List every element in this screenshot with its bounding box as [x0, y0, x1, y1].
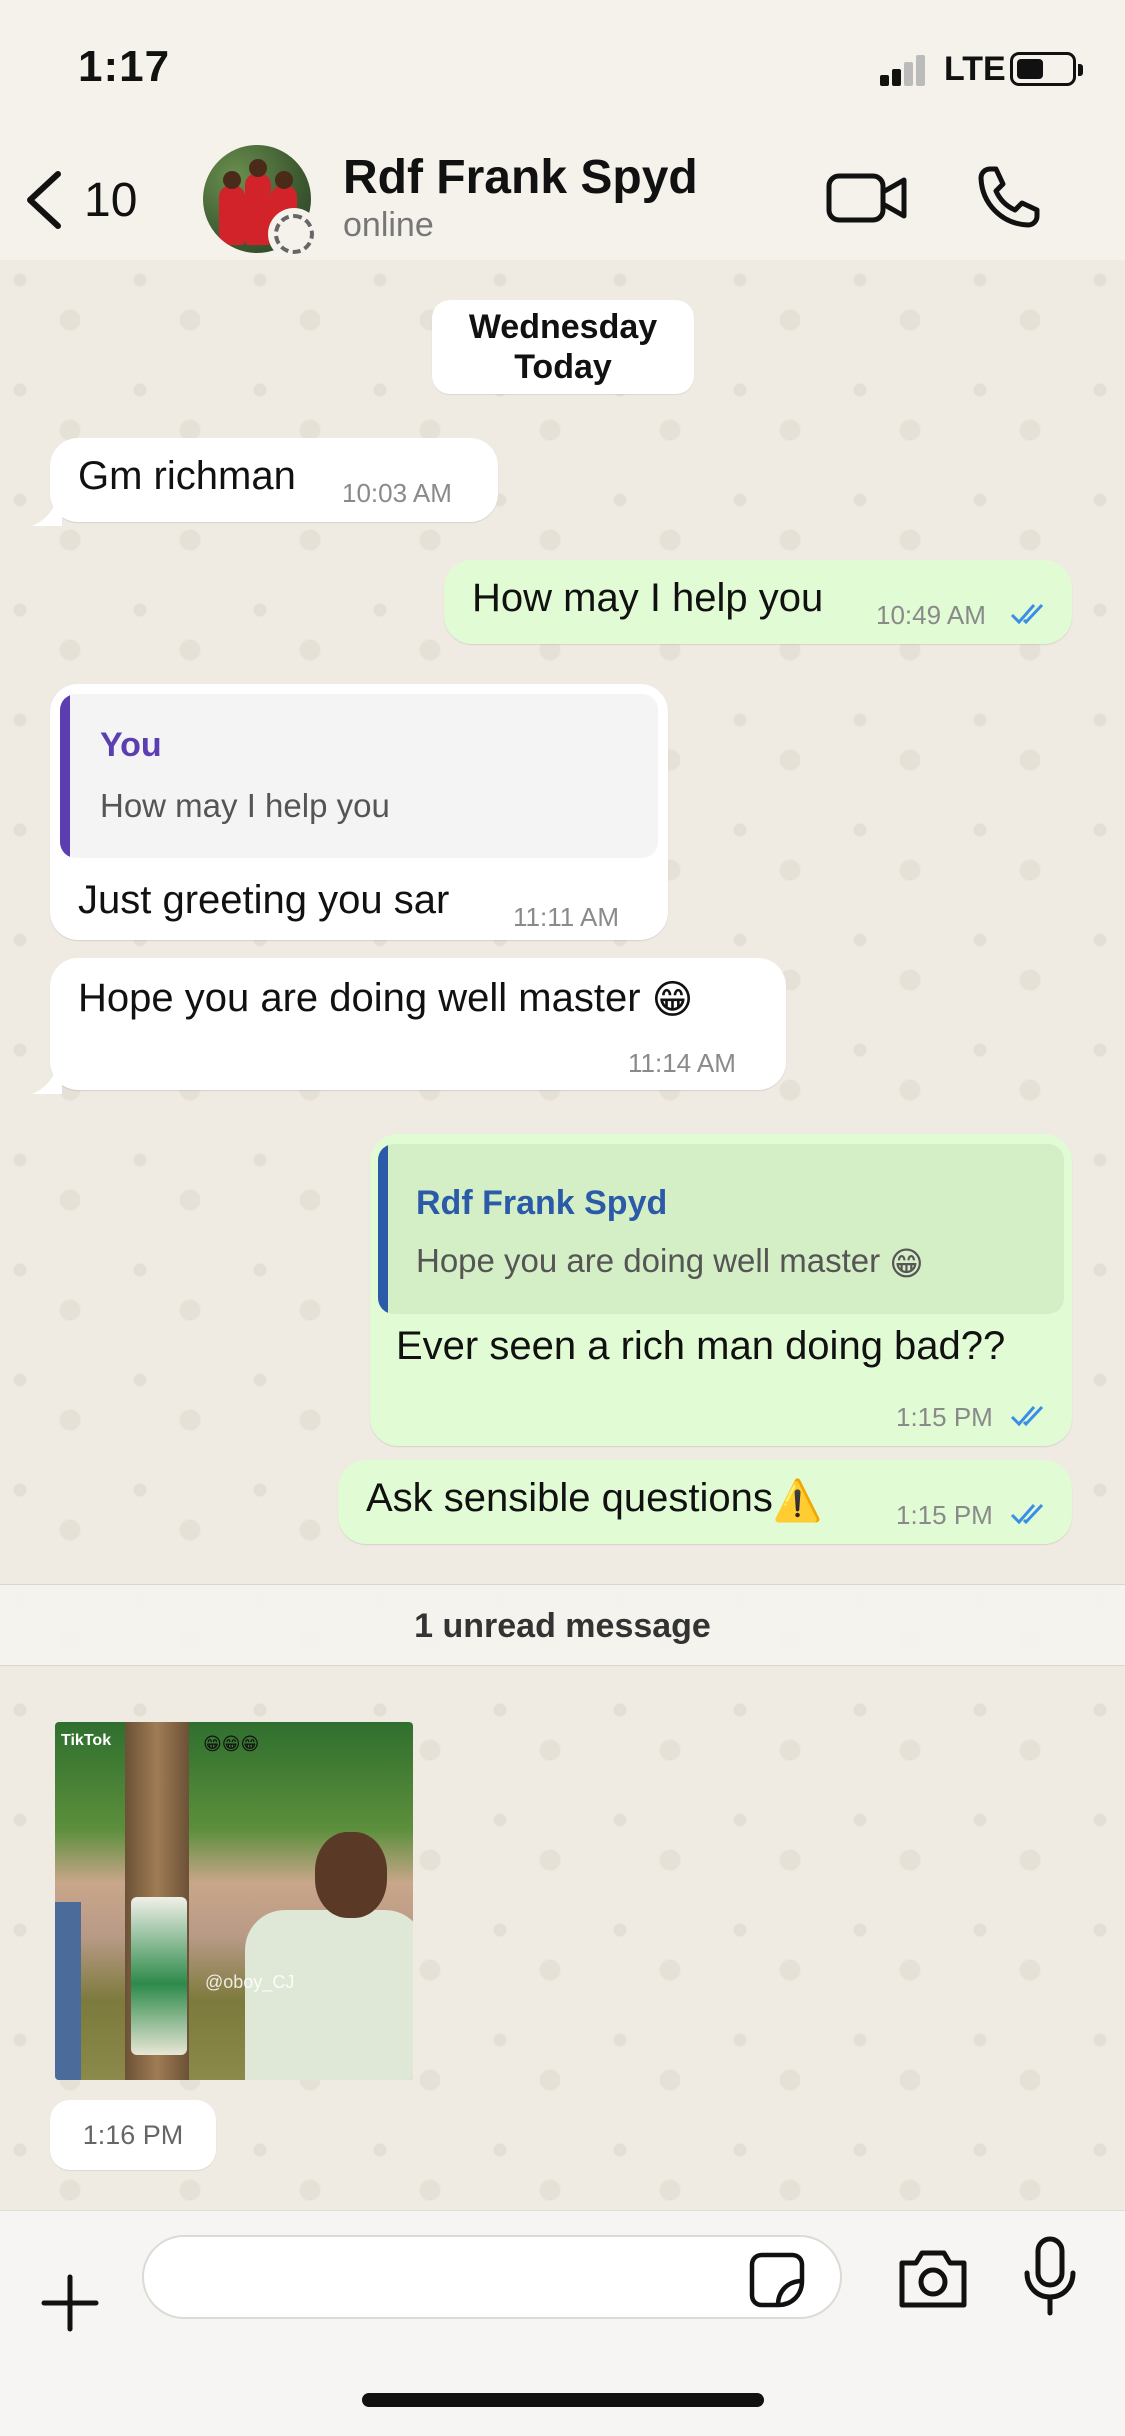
quoted-message[interactable]: Rdf Frank Spyd Hope you are doing well m… — [378, 1144, 1064, 1314]
message-bubble-outgoing[interactable]: Ask sensible questions⚠️ 1:15 PM — [338, 1460, 1072, 1544]
message-text: Gm richman — [78, 454, 296, 498]
back-button[interactable]: 10 — [22, 160, 137, 240]
battery-icon — [1010, 52, 1083, 86]
plus-icon[interactable] — [38, 2271, 102, 2335]
signal-icon — [880, 54, 926, 86]
unread-messages-banner: 1 unread message — [0, 1584, 1125, 1666]
bubble-tail — [32, 498, 62, 526]
message-text: Just greeting you sar — [78, 878, 450, 922]
message-text: How may I help you — [472, 576, 824, 620]
unread-chats-count: 10 — [84, 173, 138, 227]
message-time: 10:49 AM — [876, 600, 986, 630]
message-bubble-incoming[interactable]: You How may I help you Just greeting you… — [50, 684, 668, 940]
video-message-thumbnail[interactable]: TikTok 😁😁😁 @oboy_CJ — [55, 1722, 413, 2080]
message-bubble-incoming[interactable]: Gm richman 10:03 AM — [50, 438, 498, 522]
sticker-icon[interactable] — [748, 2251, 806, 2309]
message-text: Ever seen a rich man doing bad?? — [396, 1324, 1006, 1368]
overlay-emojis: 😁😁😁 — [203, 1734, 260, 1754]
tiktok-logo: TikTok — [61, 1732, 112, 1749]
composer-bar — [0, 2210, 1125, 2436]
home-indicator — [362, 2393, 764, 2407]
quoted-message[interactable]: You How may I help you — [60, 694, 658, 858]
contact-name[interactable]: Rdf Frank Spyd — [343, 150, 698, 205]
read-receipt-icon — [1010, 1405, 1044, 1427]
status-bar: 1:17 LTE — [0, 0, 1125, 130]
contact-status: online — [343, 206, 434, 244]
grinning-emoji-icon: 😁 — [651, 978, 694, 1023]
chat-header: 10 Rdf Frank Spyd online — [0, 130, 1125, 260]
video-call-icon[interactable] — [826, 170, 908, 226]
message-time: 11:11 AM — [513, 902, 619, 932]
status-time: 1:17 — [78, 42, 171, 91]
microphone-icon[interactable] — [1022, 2235, 1078, 2317]
message-time: 10:03 AM — [342, 478, 452, 508]
read-receipt-icon — [1010, 603, 1044, 625]
date-day: Wednesday — [468, 308, 658, 346]
message-time: 11:14 AM — [628, 1048, 736, 1078]
quoted-author: Rdf Frank Spyd — [416, 1184, 668, 1222]
date-relative: Today — [514, 348, 612, 386]
message-input[interactable] — [142, 2235, 842, 2319]
network-label: LTE — [944, 50, 1006, 88]
quoted-author: You — [100, 726, 162, 764]
read-receipt-icon — [1010, 1503, 1044, 1525]
disappearing-timer-icon — [268, 208, 320, 260]
date-separator: Wednesday Today — [432, 300, 694, 394]
chevron-left-icon — [27, 171, 61, 229]
video-watermark: @oboy_CJ — [205, 1972, 295, 1992]
message-time: 1:16 PM — [50, 2100, 216, 2170]
message-bubble-outgoing[interactable]: How may I help you 10:49 AM — [444, 560, 1072, 644]
quoted-text: How may I help you — [100, 787, 390, 824]
message-time: 1:15 PM — [896, 1402, 993, 1432]
message-time: 1:15 PM — [896, 1500, 993, 1530]
grinning-emoji-icon: 😁 — [889, 1244, 924, 1282]
message-text: Ask sensible questions⚠️ — [366, 1476, 823, 1523]
warning-emoji-icon: ⚠️ — [772, 1478, 823, 1523]
quoted-text: Hope you are doing well master 😁 — [416, 1242, 924, 1282]
product-bottle — [131, 1897, 187, 2055]
message-bubble-outgoing[interactable]: Rdf Frank Spyd Hope you are doing well m… — [370, 1134, 1072, 1446]
phone-call-icon[interactable] — [976, 164, 1042, 230]
camera-icon[interactable] — [896, 2245, 970, 2311]
message-bubble-incoming[interactable]: Hope you are doing well master 😁 11:14 A… — [50, 958, 786, 1090]
bubble-tail — [32, 1066, 62, 1094]
message-text: Hope you are doing well master 😁 — [78, 976, 694, 1023]
